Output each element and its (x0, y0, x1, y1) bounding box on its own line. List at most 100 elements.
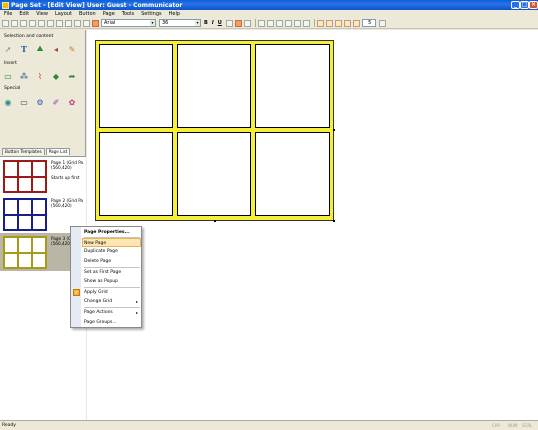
fill-color-icon[interactable] (266, 19, 274, 27)
text-position-icon[interactable] (234, 19, 242, 27)
image-tool-icon[interactable]: ⛰ (35, 44, 45, 54)
menu-help[interactable]: Help (169, 11, 180, 17)
menu-tools[interactable]: Tools (122, 11, 134, 17)
save-icon[interactable] (20, 19, 27, 27)
menu-button[interactable]: Button (79, 11, 96, 17)
layout-1-icon[interactable] (316, 19, 324, 27)
layout-2-icon[interactable] (325, 19, 333, 27)
bold-button[interactable]: B (204, 20, 208, 26)
paste-icon[interactable] (56, 19, 63, 27)
font-size-select[interactable]: 36 ▾ (159, 19, 201, 27)
menu-item-page-groups[interactable]: Page Groups... (84, 318, 140, 327)
text-style-icon[interactable] (243, 19, 251, 27)
maximize-button[interactable]: □ (520, 1, 529, 9)
edit-mode-icon[interactable] (92, 19, 99, 27)
insert-line-icon[interactable]: ⌇ (35, 71, 45, 81)
page-preview[interactable] (95, 40, 334, 221)
text-color-icon[interactable] (275, 19, 283, 27)
align-icon[interactable] (225, 19, 233, 27)
sound-tool-icon[interactable]: ◂ (51, 44, 61, 54)
menu-page[interactable]: Page (103, 11, 115, 17)
menu-file[interactable]: File (4, 11, 12, 17)
special-5-icon[interactable]: ✿ (67, 97, 77, 107)
page-list-item-1[interactable]: Page 1 (Grid Pa (560,420) Starts up firs… (0, 157, 86, 195)
underline-button[interactable]: U (218, 20, 222, 26)
close-button[interactable]: × (529, 1, 538, 9)
menu-view[interactable]: View (36, 11, 48, 17)
redo-icon[interactable] (74, 19, 81, 27)
insert-shape-icon[interactable]: ◆ (51, 71, 61, 81)
undo-icon[interactable] (65, 19, 72, 27)
special-1-icon[interactable]: ◉ (3, 97, 13, 107)
menu-item-change-grid[interactable]: Change Grid ▸ (84, 297, 140, 306)
grid-button-5[interactable] (177, 132, 251, 216)
title-bar: Page Set - [Edit View] User: Guest - Com… (0, 0, 538, 10)
menu-layout[interactable]: Layout (55, 11, 72, 17)
page-size: (560,420) (51, 165, 72, 170)
layout-5-icon[interactable] (352, 19, 360, 27)
tab-page-list[interactable]: Page List (45, 148, 71, 155)
font-name-select[interactable]: Arial ▾ (101, 19, 156, 27)
scroll-indicator: SCRL (522, 423, 533, 428)
menu-settings[interactable]: Settings (141, 11, 162, 17)
line-color-icon[interactable] (257, 19, 265, 27)
insert-arrow-icon[interactable]: ➦ (67, 71, 77, 81)
menu-item-show-popup[interactable]: Show as Popup (84, 277, 140, 286)
special-2-icon[interactable]: ▭ (19, 97, 29, 107)
spinner-icon[interactable] (378, 19, 386, 27)
layout-3-icon[interactable] (334, 19, 342, 27)
new-icon[interactable] (2, 19, 9, 27)
grid-button-3[interactable] (255, 44, 330, 128)
insert-button-icon[interactable]: ▭ (3, 71, 13, 81)
grid-button-6[interactable] (255, 132, 330, 216)
menu-item-page-actions[interactable]: Page Actions ▸ (84, 308, 140, 317)
border-icon[interactable] (293, 19, 301, 27)
shape-icon[interactable] (302, 19, 310, 27)
menu-gutter (71, 227, 81, 327)
text-tool-icon[interactable]: T (19, 44, 29, 54)
tab-button-templates[interactable]: Button Templates (2, 148, 45, 155)
pencil-icon[interactable]: ✎ (67, 44, 77, 54)
menu-bar: File Edit View Layout Button Page Tools … (0, 10, 538, 18)
status-text: Ready (2, 423, 16, 428)
toolbar: Arial ▾ 36 ▾ B I U 5 (0, 18, 538, 29)
menu-item-new-page[interactable]: New Page (82, 238, 141, 247)
submenu-arrow-icon: ▸ (135, 299, 138, 304)
app-icon (2, 1, 9, 9)
panel-tabs: Button Templates Page List (2, 148, 71, 155)
layout-4-icon[interactable] (343, 19, 351, 27)
left-panel: Selection and content ➚ T ⛰ ◂ ✎ Insert ▭… (0, 30, 86, 430)
special-4-icon[interactable]: ✐ (51, 97, 61, 107)
open-icon[interactable] (11, 19, 18, 27)
zoom-field[interactable]: 5 (361, 19, 376, 27)
checkmark-icon: ✓ (73, 289, 80, 296)
special-label: Special (4, 86, 21, 91)
pointer-icon[interactable]: ➚ (3, 44, 13, 54)
resize-handle[interactable] (333, 129, 335, 131)
menu-item-apply-grid[interactable]: Apply Grid (84, 288, 140, 297)
page-thumbnail (3, 198, 47, 231)
italic-button[interactable]: I (212, 20, 214, 26)
menu-edit[interactable]: Edit (19, 11, 29, 17)
special-3-icon[interactable]: ⚙ (35, 97, 45, 107)
grid-button-4[interactable] (99, 132, 173, 216)
cut-icon[interactable] (38, 19, 45, 27)
line-style-icon[interactable] (284, 19, 292, 27)
num-indicator: NUM (508, 423, 518, 428)
grid-button-1[interactable] (99, 44, 173, 128)
play-icon[interactable] (83, 19, 90, 27)
edit-canvas[interactable] (87, 30, 538, 420)
context-menu: Page Properties... New Page Duplicate Pa… (70, 226, 142, 328)
resize-handle[interactable] (333, 220, 335, 222)
menu-item-set-first-page[interactable]: Set as First Page (84, 268, 140, 277)
grid-button-2[interactable] (177, 44, 251, 128)
menu-item-page-properties[interactable]: Page Properties... (84, 228, 140, 237)
resize-handle[interactable] (214, 220, 216, 222)
print-icon[interactable] (29, 19, 36, 27)
menu-item-delete-page[interactable]: Delete Page (84, 257, 140, 266)
copy-icon[interactable] (47, 19, 54, 27)
insert-group-icon[interactable]: ⁂ (19, 71, 29, 81)
menu-item-duplicate-page[interactable]: Duplicate Page (84, 247, 140, 256)
minimize-button[interactable]: _ (511, 1, 520, 9)
caps-indicator: CAP (492, 423, 500, 428)
